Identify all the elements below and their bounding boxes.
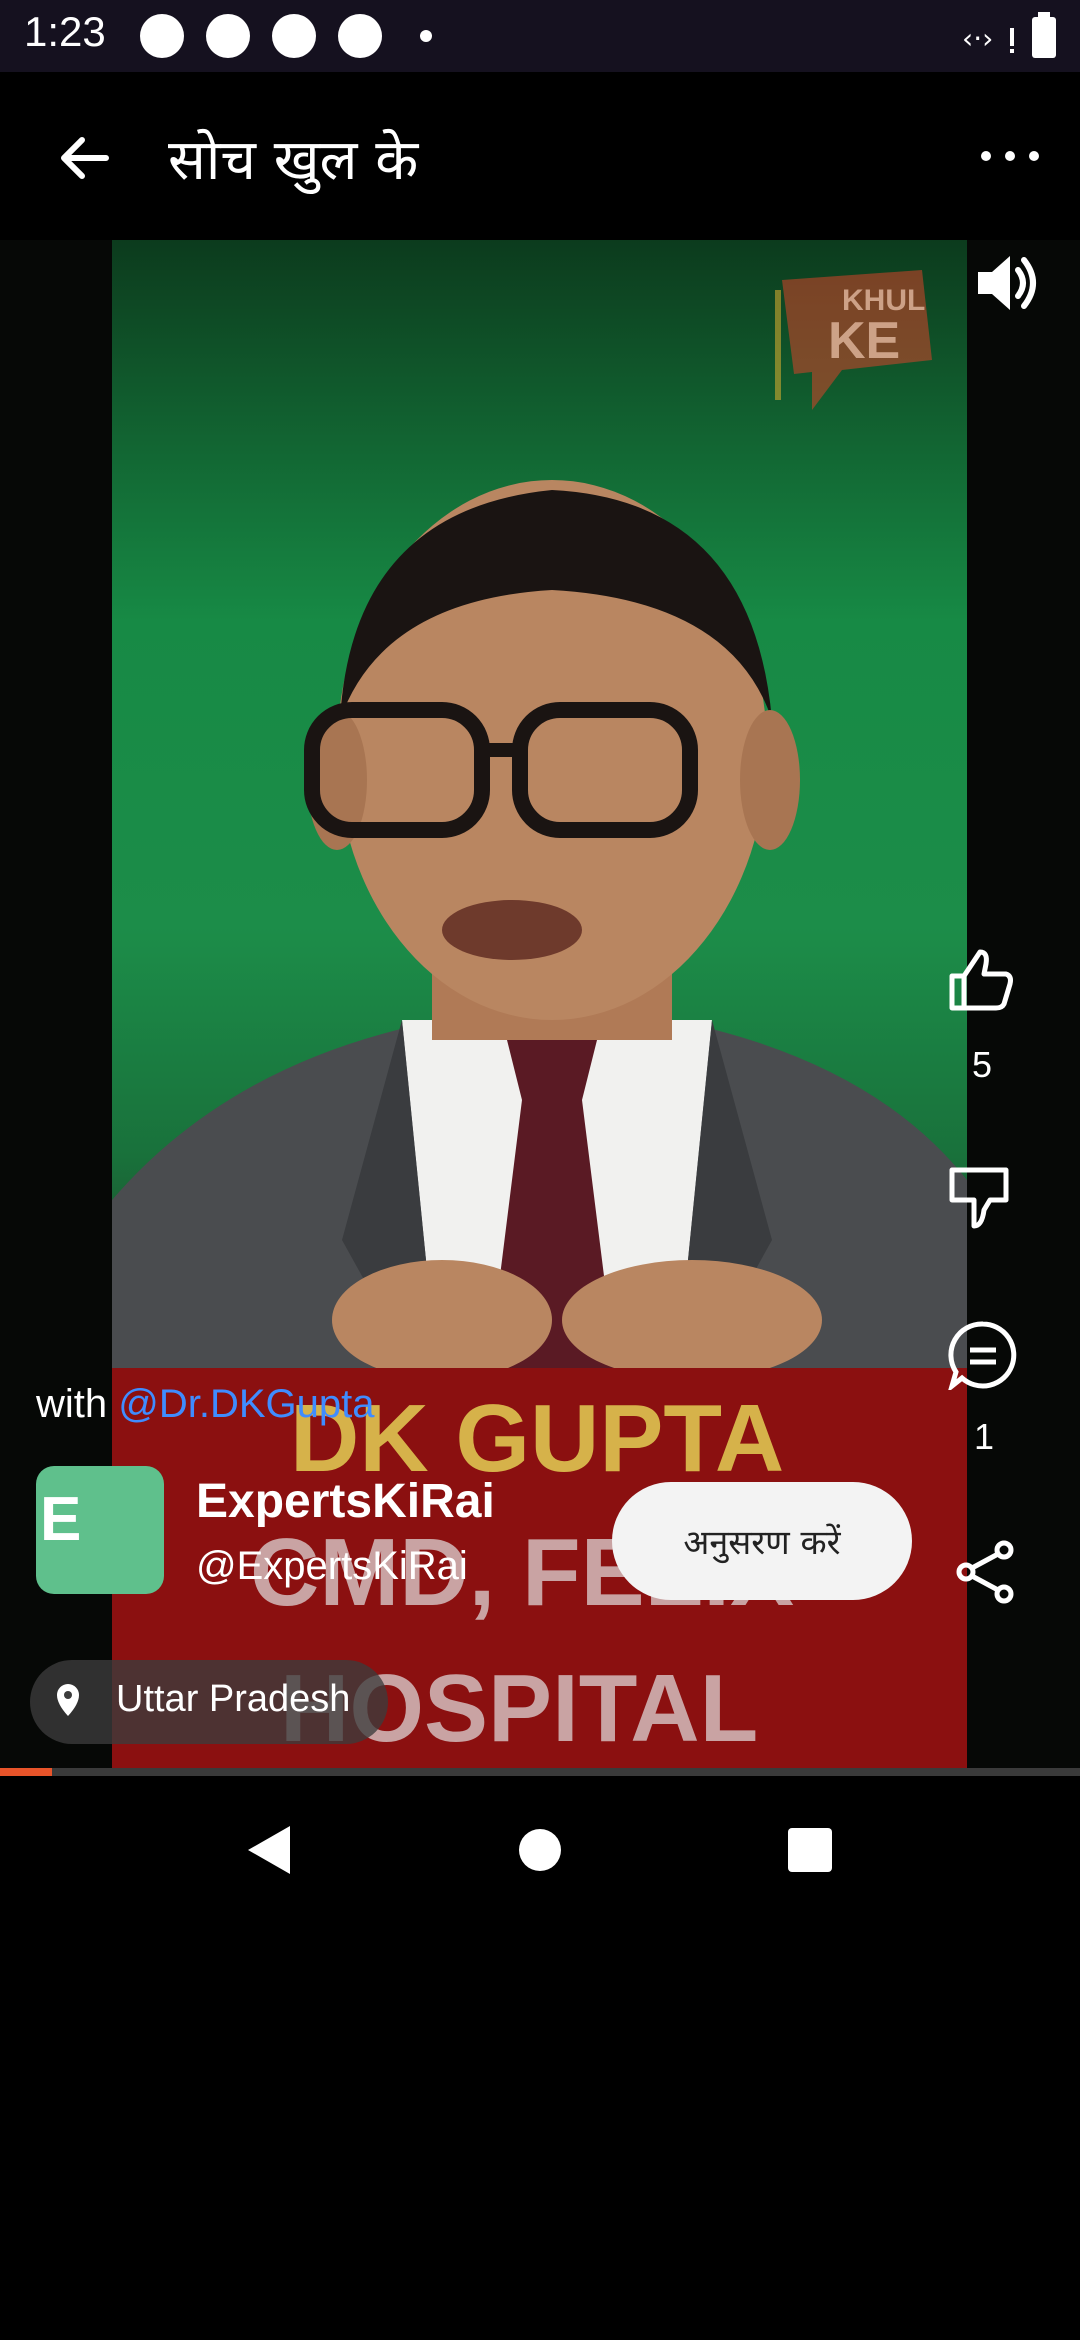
channel-watermark: KHUL KE xyxy=(775,270,932,410)
avatar[interactable]: E xyxy=(36,1466,164,1594)
system-nav-bar xyxy=(0,1776,1080,1920)
dislike-icon[interactable] xyxy=(946,1166,1016,1230)
avatar-letter: E xyxy=(40,1485,82,1554)
mention-link[interactable]: @Dr.DKGupta xyxy=(118,1382,374,1426)
status-bar: 1:23 ‹·› xyxy=(0,0,1080,72)
signal-icon: ‹·› xyxy=(962,22,1014,55)
location-chip[interactable]: Uttar Pradesh xyxy=(30,1660,388,1744)
share-icon[interactable] xyxy=(954,1540,1018,1604)
svg-text:‹·›: ‹·› xyxy=(962,22,993,55)
collab-line: with @Dr.DKGupta xyxy=(36,1382,375,1427)
location-pin-icon xyxy=(57,1684,79,1716)
like-count: 5 xyxy=(972,1044,993,1085)
volume-icon[interactable] xyxy=(972,248,1042,318)
nav-back-icon[interactable] xyxy=(244,1824,292,1876)
video-progress-fill xyxy=(0,1768,52,1776)
video-progress-track[interactable] xyxy=(0,1768,1080,1776)
app-header xyxy=(0,72,1080,240)
author-handle[interactable]: @ExpertsKiRai xyxy=(196,1544,468,1589)
author-name[interactable]: ExpertsKiRai xyxy=(196,1474,495,1529)
watermark-line: KE xyxy=(828,312,900,370)
nav-recents-icon[interactable] xyxy=(788,1828,832,1872)
nav-home-icon[interactable] xyxy=(518,1828,562,1872)
with-prefix: with xyxy=(36,1382,108,1426)
speaker-figure xyxy=(112,480,967,1420)
battery-icon xyxy=(1032,12,1056,58)
comment-count: 1 xyxy=(974,1416,995,1457)
notification-icon xyxy=(206,14,250,58)
back-arrow-icon[interactable] xyxy=(52,126,116,190)
status-time: 1:23 xyxy=(24,8,106,55)
more-notifications-icon xyxy=(420,30,432,42)
like-icon[interactable] xyxy=(946,948,1016,1012)
notification-icon xyxy=(140,14,184,58)
notification-icon xyxy=(272,14,316,58)
more-options-icon[interactable] xyxy=(978,144,1042,168)
notification-icon xyxy=(338,14,382,58)
location-label: Uttar Pradesh xyxy=(116,1678,351,1720)
page-title: सोच खुल के xyxy=(168,128,419,193)
follow-button[interactable]: अनुसरण करें xyxy=(612,1482,912,1600)
comment-icon[interactable] xyxy=(948,1320,1018,1390)
